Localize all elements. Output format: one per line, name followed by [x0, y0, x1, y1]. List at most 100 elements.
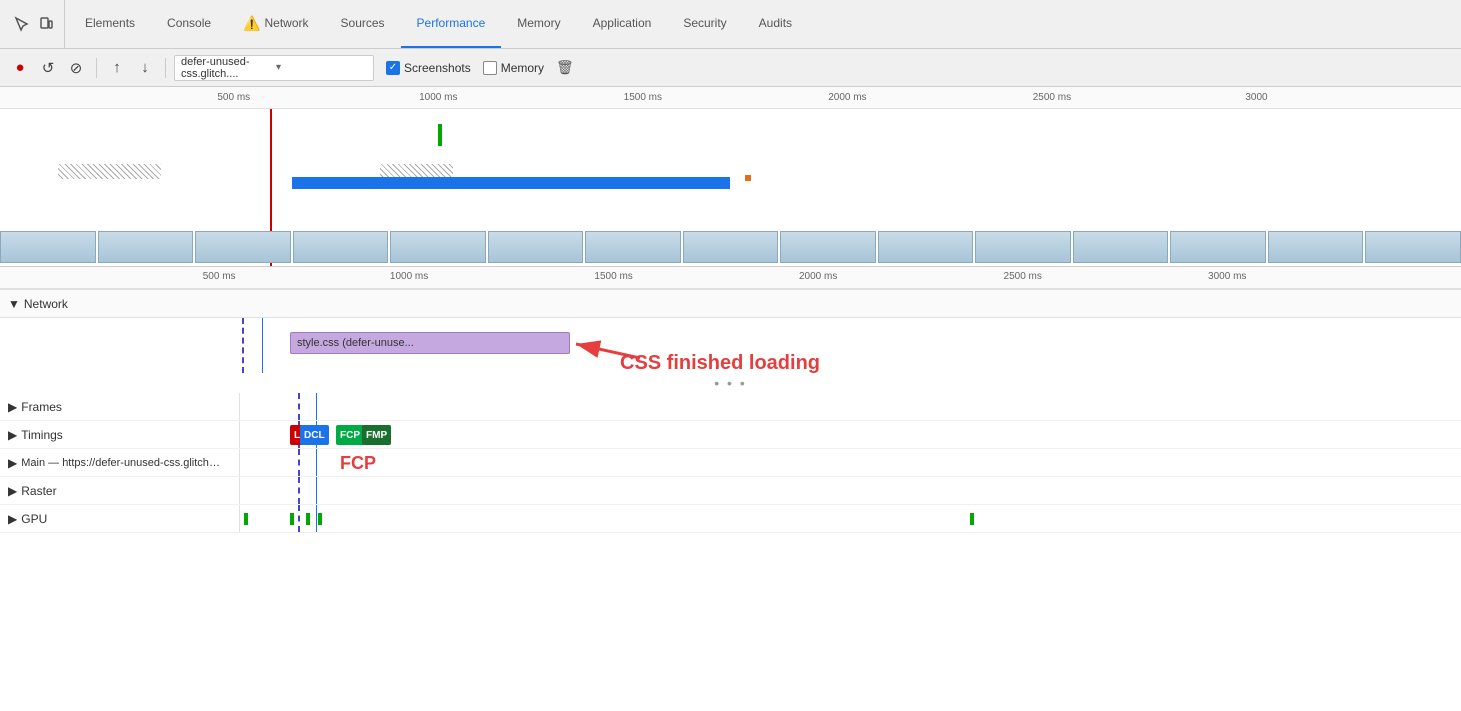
screenshot-thumb: [878, 231, 974, 263]
css-bar[interactable]: style.css (defer-unuse...: [290, 332, 570, 354]
dashed-line-1: [242, 318, 244, 373]
frames-label[interactable]: ▶ Frames: [0, 393, 240, 420]
refresh-button[interactable]: ↺: [36, 56, 60, 80]
network-expand-icon: ▼: [8, 297, 20, 311]
main-dashed-line: [298, 449, 300, 476]
ruler-tick-2500: 2500 ms: [1033, 92, 1071, 103]
dots-separator: • • •: [0, 373, 1461, 393]
details-section: 500 ms 1000 ms 1500 ms 2000 ms 2500 ms 3…: [0, 267, 1461, 711]
lower-tick-2000: 2000 ms: [799, 271, 837, 282]
memory-checkbox-label[interactable]: Memory: [483, 61, 544, 75]
screenshot-thumb: [390, 231, 486, 263]
tab-audits[interactable]: Audits: [743, 0, 808, 48]
overview-area: 500 ms 1000 ms 1500 ms 2000 ms 2500 ms 3…: [0, 87, 1461, 267]
chevron-down-icon: ▾: [276, 62, 367, 73]
toolbar-divider-1: [96, 58, 97, 78]
gpu-blip-5: [970, 513, 974, 525]
badge-DCL: DCL: [300, 425, 329, 445]
ruler-tick-2000: 2000 ms: [828, 92, 866, 103]
blue-line: [262, 318, 263, 373]
tab-performance[interactable]: Performance: [401, 0, 502, 48]
warning-icon: ⚠️: [243, 15, 260, 32]
ruler-tick-1000: 1000 ms: [419, 92, 457, 103]
ruler-tick-3000: 3000: [1245, 92, 1267, 103]
url-selector[interactable]: defer-unused-css.glitch.... ▾: [174, 55, 374, 81]
hatched-1: [58, 164, 160, 179]
raster-row: ▶ Raster: [0, 477, 1461, 505]
screenshot-thumb: [1170, 231, 1266, 263]
tab-application[interactable]: Application: [577, 0, 668, 48]
timings-expand-icon: ▶: [8, 428, 17, 442]
overview-green-bar: [438, 124, 442, 146]
gpu-content: [240, 505, 1461, 532]
network-section: ▼ Network style.css (defer-unuse...: [0, 289, 1461, 373]
network-track: style.css (defer-unuse... CSS finished l…: [0, 318, 1461, 373]
screenshots-strip: [0, 231, 1461, 265]
cursor-icon[interactable]: [12, 14, 32, 34]
lower-tick-500: 500 ms: [203, 271, 236, 282]
screenshots-checkbox-label[interactable]: ✓ Screenshots: [386, 61, 471, 75]
main-blue-line: [316, 449, 317, 476]
tab-sources[interactable]: Sources: [325, 0, 401, 48]
toolbar-divider-2: [165, 58, 166, 78]
main-content: 500 ms 1000 ms 1500 ms 2000 ms 2500 ms 3…: [0, 87, 1461, 711]
upload-button[interactable]: ↑: [105, 56, 129, 80]
lower-tick-1000: 1000 ms: [390, 271, 428, 282]
screenshot-thumb: [780, 231, 876, 263]
toolbar: ● ↺ ⊘ ↑ ↓ defer-unused-css.glitch.... ▾ …: [0, 49, 1461, 87]
css-finished-annotation: CSS finished loading: [620, 352, 820, 375]
tab-elements[interactable]: Elements: [69, 0, 151, 48]
frames-content: [240, 393, 1461, 420]
frames-dashed-line: [298, 393, 300, 420]
raster-blue-line: [316, 477, 317, 504]
screenshot-thumb: [585, 231, 681, 263]
bar-dot: [745, 175, 751, 181]
ruler-tick-1500: 1500 ms: [624, 92, 662, 103]
fcp-annotation: FCP: [340, 453, 376, 474]
tab-bar: Elements Console ⚠️ Network Sources Perf…: [0, 0, 1461, 49]
screenshot-thumb: [0, 231, 96, 263]
tab-network[interactable]: ⚠️ Network: [227, 0, 324, 48]
frames-expand-icon: ▶: [8, 400, 17, 414]
gpu-dashed-line: [298, 505, 300, 532]
tab-memory[interactable]: Memory: [501, 0, 576, 48]
main-row: ▶ Main — https://defer-unused-css.glitch…: [0, 449, 1461, 477]
devtools-icons: [4, 0, 65, 48]
timings-label[interactable]: ▶ Timings: [0, 421, 240, 448]
raster-content: [240, 477, 1461, 504]
lower-tick-1500: 1500 ms: [594, 271, 632, 282]
record-button[interactable]: ●: [8, 56, 32, 80]
raster-expand-icon: ▶: [8, 484, 17, 498]
gpu-label[interactable]: ▶ GPU: [0, 505, 240, 532]
main-expand-icon: ▶: [8, 456, 17, 470]
gpu-blip-4: [318, 513, 322, 525]
memory-checkbox[interactable]: [483, 61, 497, 75]
overview-blue-bar: [292, 177, 730, 189]
screenshot-thumb: [975, 231, 1071, 263]
gpu-row: ▶ GPU: [0, 505, 1461, 533]
screenshots-checkbox[interactable]: ✓: [386, 61, 400, 75]
main-content-area: FCP: [240, 449, 1461, 476]
overview-ruler: 500 ms 1000 ms 1500 ms 2000 ms 2500 ms 3…: [0, 87, 1461, 109]
screenshot-thumb: [1268, 231, 1364, 263]
gpu-blue-line: [316, 505, 317, 532]
main-label[interactable]: ▶ Main — https://defer-unused-css.glitch…: [0, 449, 240, 476]
frames-blue-line: [316, 393, 317, 420]
badge-FMP: FMP: [362, 425, 391, 445]
trash-button[interactable]: 🗑: [556, 59, 574, 76]
timings-row: ▶ Timings L DCL FCP FMP: [0, 421, 1461, 449]
device-icon[interactable]: [36, 14, 56, 34]
tab-console[interactable]: Console: [151, 0, 227, 48]
network-header[interactable]: ▼ Network: [0, 290, 1461, 318]
timings-content: L DCL FCP FMP: [240, 421, 1461, 448]
raster-label[interactable]: ▶ Raster: [0, 477, 240, 504]
stop-button[interactable]: ⊘: [64, 56, 88, 80]
download-button[interactable]: ↓: [133, 56, 157, 80]
tab-security[interactable]: Security: [667, 0, 742, 48]
screenshot-thumb: [195, 231, 291, 263]
frames-row: ▶ Frames: [0, 393, 1461, 421]
lower-ruler: 500 ms 1000 ms 1500 ms 2000 ms 2500 ms 3…: [0, 267, 1461, 289]
raster-dashed-line: [298, 477, 300, 504]
ruler-tick-500: 500 ms: [217, 92, 250, 103]
screenshot-thumb: [488, 231, 584, 263]
